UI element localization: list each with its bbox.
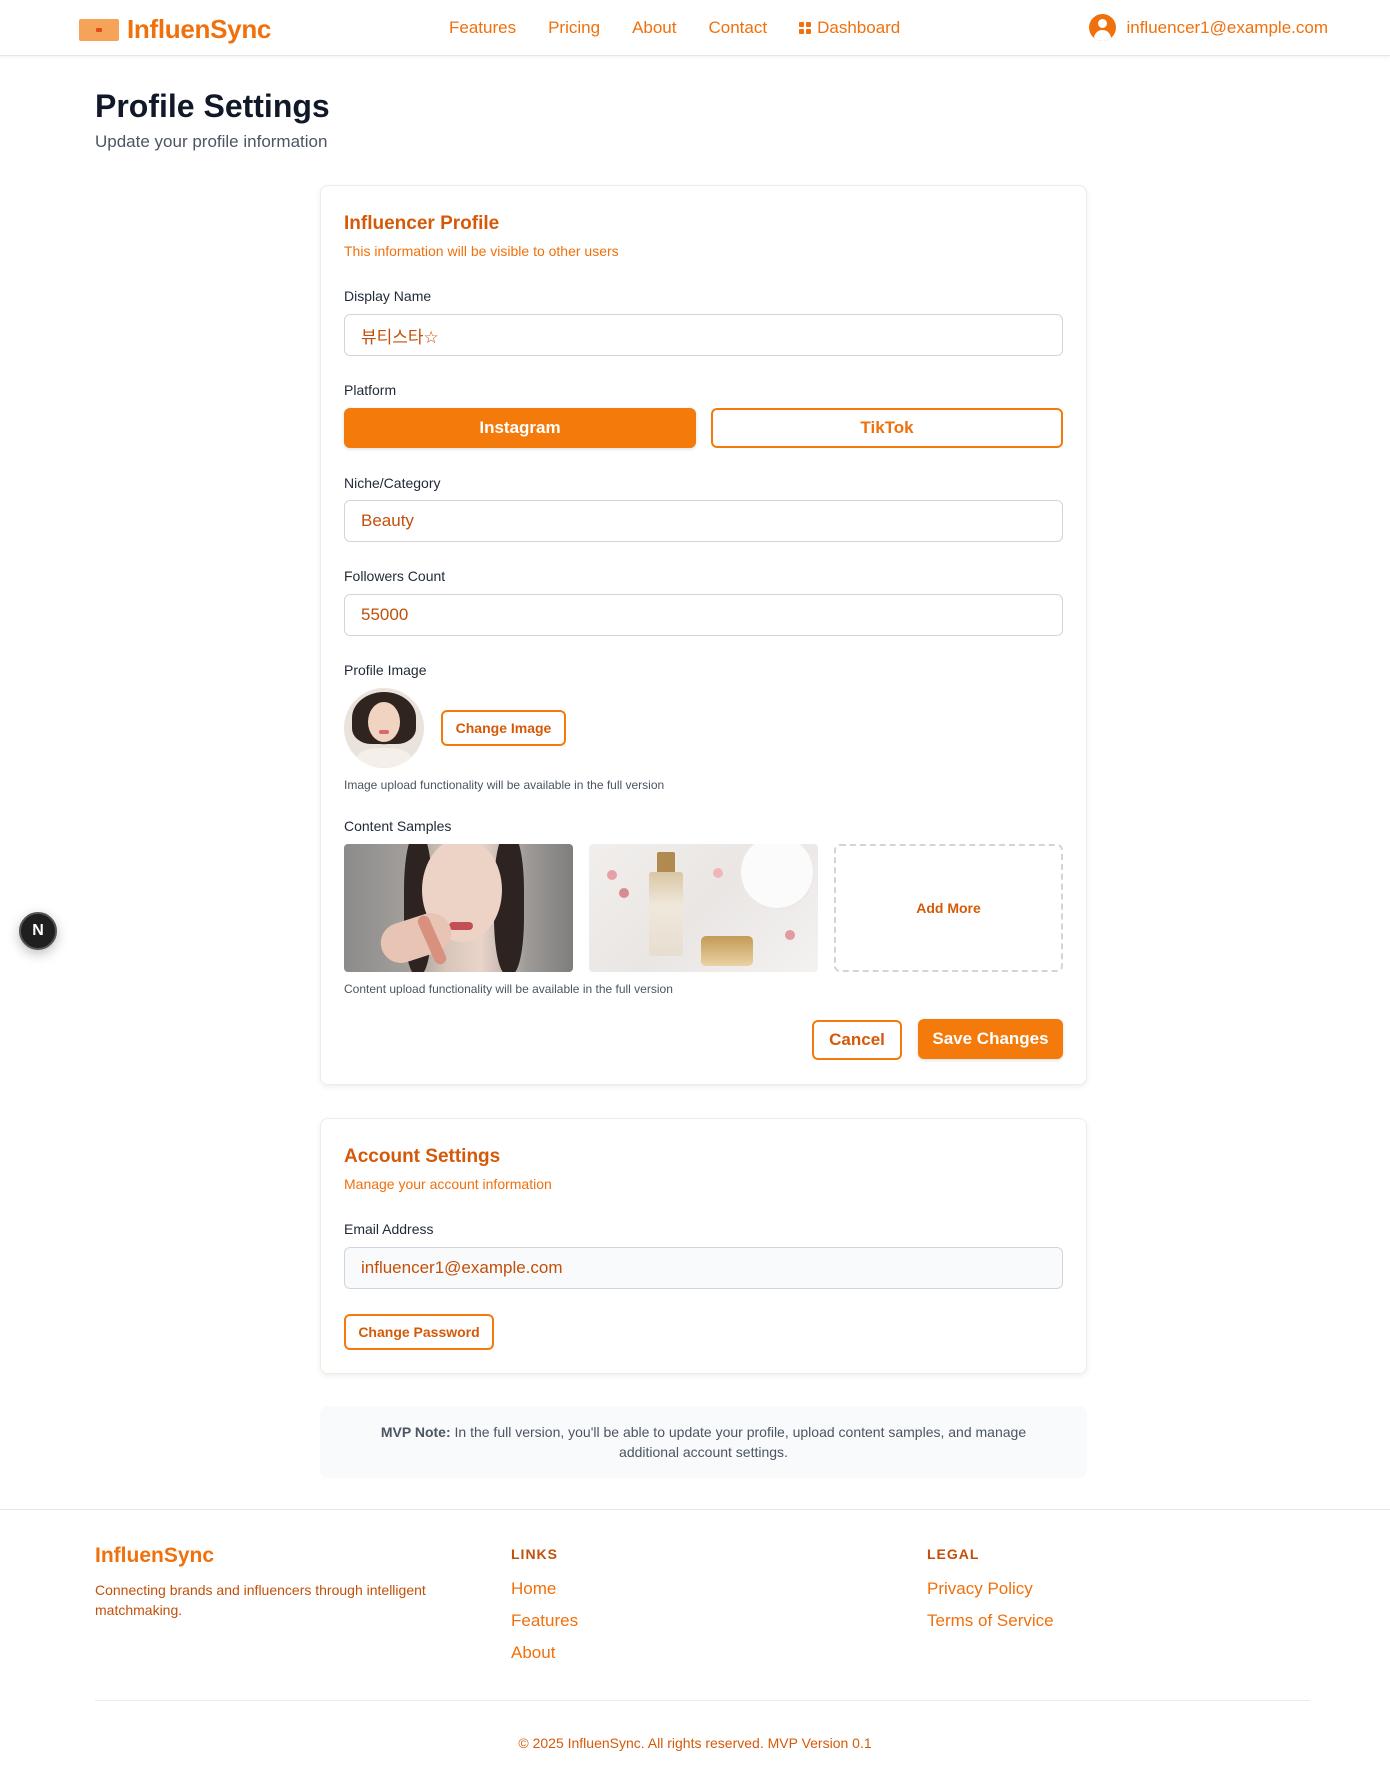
mvp-note: MVP Note: In the full version, you'll be…	[320, 1406, 1087, 1478]
nav-link-features[interactable]: Features	[449, 18, 516, 38]
brand-logo-icon	[79, 18, 119, 41]
footer-link-privacy[interactable]: Privacy Policy	[927, 1579, 1033, 1599]
content-sample-image-1[interactable]	[344, 844, 573, 972]
footer-brand: InfluenSync	[95, 1544, 215, 1567]
account-settings-title: Account Settings	[344, 1146, 501, 1167]
content-samples-label: Content Samples	[344, 818, 452, 834]
influencer-profile-card: Influencer Profile This information will…	[320, 185, 1087, 1085]
image-upload-helper: Image upload functionality will be avail…	[344, 778, 665, 792]
platform-instagram-button[interactable]: Instagram	[344, 408, 696, 448]
platform-label: Platform	[344, 382, 397, 398]
dashboard-grid-icon	[799, 22, 812, 34]
profile-avatar	[344, 688, 424, 768]
profile-image-label: Profile Image	[344, 662, 427, 678]
footer-link-about[interactable]: About	[511, 1643, 555, 1663]
add-more-content-button[interactable]: Add More	[834, 844, 1063, 972]
display-name-label: Display Name	[344, 288, 432, 304]
user-circle-icon	[1089, 14, 1117, 41]
footer-legal-heading: LEGAL	[927, 1546, 980, 1562]
nav-link-dashboard[interactable]: Dashboard	[799, 18, 900, 38]
brand-link[interactable]: InfluenSync	[79, 14, 271, 45]
nav-link-about[interactable]: About	[632, 18, 676, 38]
nav-link-dashboard-label: Dashboard	[817, 18, 901, 37]
footer-link-home[interactable]: Home	[511, 1579, 556, 1599]
account-settings-description: Manage your account information	[344, 1176, 552, 1192]
footer-link-features[interactable]: Features	[511, 1611, 578, 1631]
nav-link-pricing[interactable]: Pricing	[548, 18, 600, 38]
user-menu[interactable]: influencer1@example.com	[1089, 14, 1328, 41]
content-sample-image-2[interactable]	[589, 844, 818, 972]
change-image-button[interactable]: Change Image	[441, 710, 566, 746]
mvp-note-body: In the full version, you'll be able to u…	[454, 1424, 1027, 1460]
followers-input[interactable]	[344, 594, 1063, 636]
content-upload-helper: Content upload functionality will be ava…	[344, 982, 673, 996]
email-label: Email Address	[344, 1221, 434, 1237]
page-title: Profile Settings	[95, 88, 330, 124]
user-email: influencer1@example.com	[1126, 17, 1328, 37]
followers-label: Followers Count	[344, 568, 446, 584]
footer-tagline: Connecting brands and influencers throug…	[95, 1582, 426, 1618]
email-field[interactable]	[344, 1247, 1063, 1289]
niche-label: Niche/Category	[344, 475, 441, 491]
save-changes-button[interactable]: Save Changes	[918, 1019, 1063, 1059]
footer-copyright: © 2025 InfluenSync. All rights reserved.…	[518, 1735, 872, 1751]
top-navbar: InfluenSync Features Pricing About Conta…	[0, 0, 1390, 56]
cancel-button[interactable]: Cancel	[812, 1020, 902, 1060]
account-settings-card: Account Settings Manage your account inf…	[320, 1118, 1087, 1374]
display-name-input[interactable]	[344, 314, 1063, 356]
footer-links-heading: LINKS	[511, 1546, 558, 1562]
page-subtitle: Update your profile information	[95, 132, 328, 151]
nav-link-contact[interactable]: Contact	[709, 18, 768, 38]
mvp-note-label: MVP Note:	[380, 1424, 451, 1440]
next-dev-badge[interactable]: N	[19, 912, 57, 950]
footer-link-terms[interactable]: Terms of Service	[927, 1611, 1054, 1631]
brand-name: InfluenSync	[127, 14, 272, 44]
mvp-note-text: MVP Note: In the full version, you'll be…	[350, 1422, 1057, 1462]
platform-tiktok-button[interactable]: TikTok	[711, 408, 1063, 448]
nav-links: Features Pricing About Contact Dashboard	[449, 18, 900, 38]
change-password-button[interactable]: Change Password	[344, 1314, 494, 1350]
footer: InfluenSync Connecting brands and influe…	[0, 1509, 1390, 1783]
influencer-profile-title: Influencer Profile	[344, 213, 500, 234]
influencer-profile-description: This information will be visible to othe…	[344, 243, 619, 259]
niche-input[interactable]	[344, 500, 1063, 542]
footer-divider	[95, 1700, 1310, 1701]
